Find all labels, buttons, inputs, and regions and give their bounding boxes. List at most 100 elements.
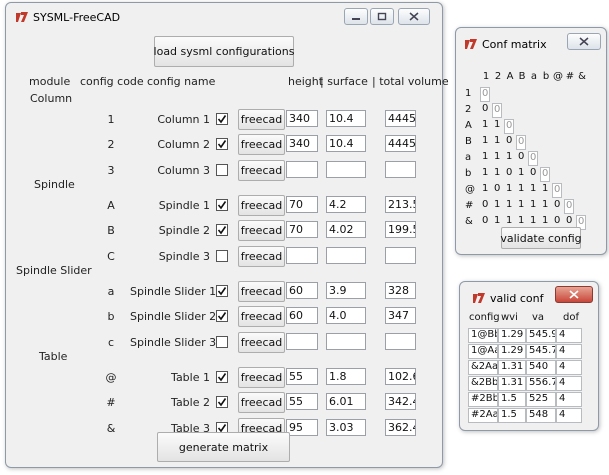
valid-conf-cell[interactable]: 4 (556, 344, 582, 359)
valid-conf-cell[interactable]: 1@Aa (468, 344, 498, 359)
height-field[interactable]: 70 (286, 221, 318, 238)
config-checkbox[interactable] (216, 371, 228, 383)
total-volume-field[interactable]: 362.4 (385, 419, 416, 436)
validate-config-button[interactable]: validate config (500, 227, 582, 249)
freecad-button[interactable]: freecad (238, 160, 285, 181)
surface-field[interactable]: 1.8 (326, 368, 366, 385)
generate-matrix-button[interactable]: generate matrix (157, 432, 290, 462)
surface-field[interactable] (326, 161, 366, 178)
valid-conf-titlebar[interactable]: valid conf (460, 282, 598, 310)
freecad-button[interactable]: freecad (238, 109, 285, 130)
maximize-button[interactable] (370, 8, 394, 25)
total-volume-field[interactable]: 102.6 (385, 368, 416, 385)
freecad-button[interactable]: freecad (238, 367, 285, 388)
height-field[interactable]: 55 (286, 393, 318, 410)
valid-conf-close-button[interactable] (555, 286, 593, 303)
matrix-cell[interactable]: 0 (540, 167, 550, 182)
matrix-cell[interactable]: 0 (528, 151, 538, 166)
matrix-cell[interactable]: 0 (552, 183, 562, 198)
valid-conf-cell[interactable]: 545.7 (526, 344, 556, 359)
surface-field[interactable]: 4.2 (326, 196, 366, 213)
matrix-cell[interactable]: 0 (516, 135, 526, 150)
valid-conf-cell[interactable]: 1.31 (498, 376, 526, 391)
close-button[interactable] (398, 8, 430, 25)
surface-field[interactable]: 10.4 (326, 135, 366, 152)
height-field[interactable]: 340 (286, 135, 318, 152)
height-field[interactable]: 55 (286, 368, 318, 385)
freecad-button[interactable]: freecad (238, 134, 285, 155)
surface-field[interactable]: 3.9 (326, 282, 366, 299)
valid-conf-cell[interactable]: 525 (526, 392, 556, 407)
surface-field[interactable]: 6.01 (326, 393, 366, 410)
valid-conf-cell[interactable]: 1.31 (498, 360, 526, 375)
total-volume-field[interactable]: 213.5 (385, 196, 416, 213)
height-field[interactable]: 340 (286, 110, 318, 127)
main-window-titlebar[interactable]: SYSML-FreeCAD (6, 3, 442, 31)
valid-conf-cell[interactable]: 540 (526, 360, 556, 375)
freecad-button[interactable]: freecad (238, 306, 285, 327)
config-checkbox[interactable] (216, 138, 228, 150)
height-field[interactable] (286, 161, 318, 178)
height-field[interactable] (286, 247, 318, 264)
height-field[interactable]: 60 (286, 307, 318, 324)
valid-conf-cell[interactable]: 1.29 (498, 328, 526, 343)
height-field[interactable]: 70 (286, 196, 318, 213)
valid-conf-cell[interactable]: 545.9 (526, 328, 556, 343)
config-checkbox[interactable] (216, 113, 228, 125)
conf-matrix-close-button[interactable] (567, 33, 601, 50)
valid-conf-cell[interactable]: 1.5 (498, 408, 526, 423)
matrix-cell[interactable]: 0 (564, 199, 574, 214)
valid-conf-cell[interactable]: 4 (556, 360, 582, 375)
config-checkbox[interactable] (216, 396, 228, 408)
matrix-cell[interactable]: 0 (492, 103, 502, 118)
valid-conf-cell[interactable]: 4 (556, 376, 582, 391)
load-sysml-button[interactable]: load sysml configurations (154, 36, 294, 67)
total-volume-field[interactable] (385, 333, 416, 350)
valid-conf-cell[interactable]: &2Bb (468, 376, 498, 391)
config-checkbox[interactable] (216, 250, 228, 262)
total-volume-field[interactable]: 342.4 (385, 393, 416, 410)
matrix-cell[interactable]: 0 (480, 87, 490, 102)
matrix-cell[interactable]: 0 (504, 119, 514, 134)
freecad-button[interactable]: freecad (238, 392, 285, 413)
config-checkbox[interactable] (216, 285, 228, 297)
config-checkbox[interactable] (216, 336, 228, 348)
config-checkbox[interactable] (216, 164, 228, 176)
surface-field[interactable] (326, 247, 366, 264)
valid-conf-cell[interactable]: 4 (556, 408, 582, 423)
total-volume-field[interactable]: 328 (385, 282, 416, 299)
valid-conf-cell[interactable]: 1@Bb (468, 328, 498, 343)
conf-matrix-titlebar[interactable]: Conf matrix (456, 28, 606, 56)
valid-conf-cell[interactable]: #2Bb (468, 392, 498, 407)
valid-conf-cell[interactable]: 4 (556, 328, 582, 343)
height-field[interactable]: 95 (286, 419, 318, 436)
config-checkbox[interactable] (216, 310, 228, 322)
surface-field[interactable]: 4.02 (326, 221, 366, 238)
surface-field[interactable] (326, 333, 366, 350)
valid-conf-cell[interactable]: 548 (526, 408, 556, 423)
valid-conf-cell[interactable]: 556.7 (526, 376, 556, 391)
freecad-button[interactable]: freecad (238, 246, 285, 267)
surface-field[interactable]: 3.03 (326, 419, 366, 436)
valid-conf-cell[interactable]: 1.5 (498, 392, 526, 407)
valid-conf-cell[interactable]: 1.29 (498, 344, 526, 359)
total-volume-field[interactable]: 4445 (385, 110, 416, 127)
total-volume-field[interactable]: 4445 (385, 135, 416, 152)
surface-field[interactable]: 10.4 (326, 110, 366, 127)
minimize-button[interactable] (344, 8, 368, 25)
total-volume-field[interactable]: 199.5 (385, 221, 416, 238)
height-field[interactable]: 60 (286, 282, 318, 299)
freecad-button[interactable]: freecad (238, 220, 285, 241)
surface-field[interactable]: 4.0 (326, 307, 366, 324)
freecad-button[interactable]: freecad (238, 332, 285, 353)
total-volume-field[interactable] (385, 247, 416, 264)
height-field[interactable] (286, 333, 318, 350)
valid-conf-cell[interactable]: &2Aa (468, 360, 498, 375)
valid-conf-cell[interactable]: #2Aa (468, 408, 498, 423)
valid-conf-cell[interactable]: 4 (556, 392, 582, 407)
freecad-button[interactable]: freecad (238, 281, 285, 302)
config-checkbox[interactable] (216, 224, 228, 236)
config-checkbox[interactable] (216, 199, 228, 211)
freecad-button[interactable]: freecad (238, 195, 285, 216)
total-volume-field[interactable]: 347 (385, 307, 416, 324)
